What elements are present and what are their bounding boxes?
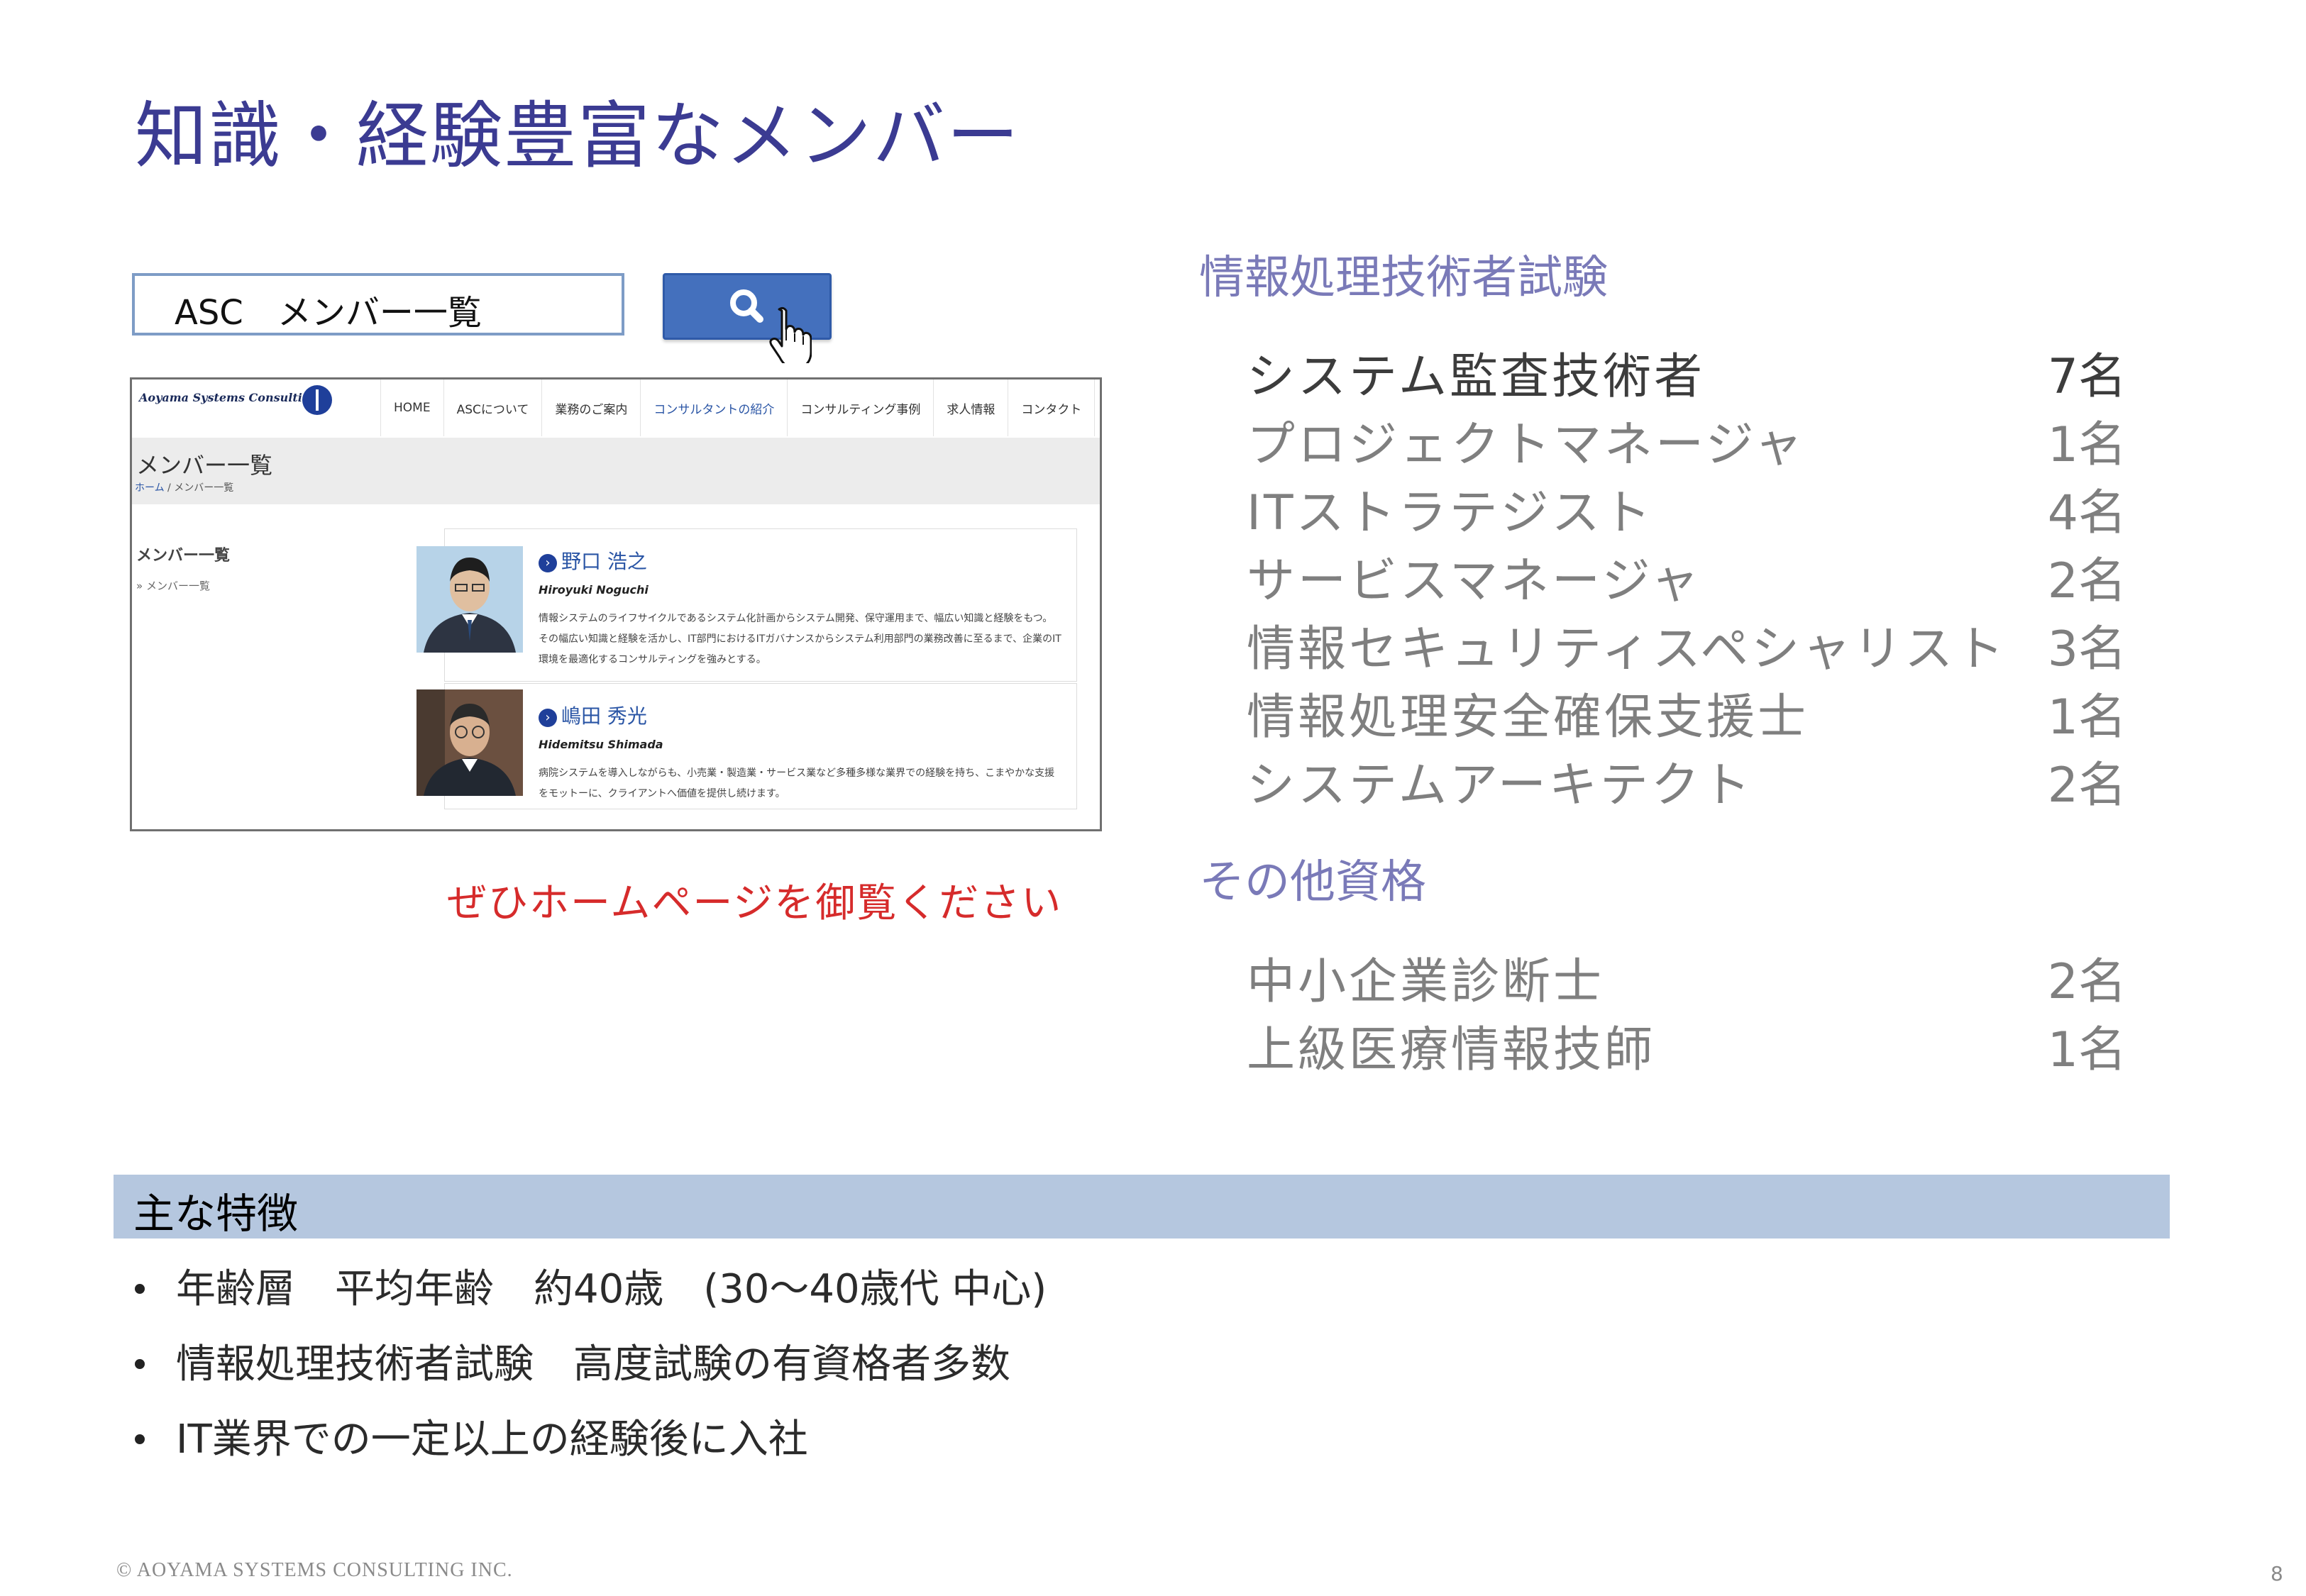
- features-heading: 主な特徴: [133, 1190, 299, 1238]
- search-query: ASC メンバー一覧: [175, 293, 482, 333]
- member-name[interactable]: › 野口 浩之: [539, 546, 647, 575]
- exam-heading: 情報処理技術者試験: [1199, 252, 1608, 304]
- site-logo-text: Aoyama Systems Consulting: [139, 391, 319, 404]
- member-roman-name: Hiroyuki Noguchi: [539, 583, 649, 597]
- page-number: 8: [2271, 1562, 2283, 1585]
- feature-item: 情報処理技術者試験 高度試験の有資格者多数: [135, 1332, 1010, 1390]
- bullet-icon: [135, 1359, 145, 1369]
- nav-recruit[interactable]: 求人情報: [933, 379, 1008, 436]
- feature-item: IT業界での一定以上の経験後に入社: [135, 1407, 808, 1465]
- nav-contact[interactable]: コンタクト: [1008, 379, 1094, 436]
- bullet-icon: [135, 1434, 145, 1444]
- search-input[interactable]: ASC メンバー一覧: [132, 273, 624, 336]
- member-photo: [416, 546, 523, 653]
- homepage-note: ぜひホームページを御覧ください: [447, 880, 1063, 926]
- nav-home[interactable]: HOME: [380, 379, 443, 436]
- feature-item: 年齢層 平均年齢 約40歳 (30～40歳代 中心): [135, 1257, 1047, 1314]
- nav-services[interactable]: 業務のご案内: [541, 379, 640, 436]
- nav-search-button[interactable]: [1094, 379, 1100, 436]
- site-page-header: メンバー一覧 ホーム / メンバー一覧: [132, 438, 1100, 504]
- member-description: 情報システムのライフサイクルであるシステム化計画からシステム開発、保守運用まで、…: [539, 613, 1061, 665]
- sidebar-title: メンバー一覧: [136, 547, 231, 565]
- hand-pointer-icon: [769, 306, 812, 363]
- qualification-row: 中小企業診断士 2名: [1247, 954, 2126, 1010]
- slide-title: 知識・経験豊富なメンバー: [135, 94, 1020, 179]
- site-nav: HOME ASCについて 業務のご案内 コンサルタントの紹介 コンサルティング事…: [380, 379, 1100, 436]
- copyright: © AOYAMA SYSTEMS CONSULTING INC.: [116, 1559, 513, 1581]
- bullet-icon: [135, 1284, 145, 1294]
- site-page-title: メンバー一覧: [136, 452, 273, 479]
- member-photo: [416, 689, 523, 796]
- nav-consultants[interactable]: コンサルタントの紹介: [640, 379, 787, 436]
- nav-about[interactable]: ASCについて: [443, 379, 542, 436]
- member-description: 病院システムを導入しながらも、小売業・製造業・サービス業など多種多様な業界での経…: [539, 767, 1055, 799]
- qualification-row: 情報処理安全確保支援士 1名: [1247, 689, 2126, 746]
- chevron-right-icon: ›: [539, 709, 557, 727]
- qualification-row: システム監査技術者 7名: [1247, 349, 2126, 405]
- qualification-row: プロジェクトマネージャ 1名: [1247, 417, 2126, 473]
- features-header: 主な特徴: [114, 1175, 2170, 1238]
- breadcrumb-home[interactable]: ホーム: [135, 482, 165, 494]
- chevron-right-icon: ›: [539, 554, 557, 572]
- site-logo-icon: [302, 385, 332, 415]
- qualification-row: ITストラテジスト 4名: [1247, 485, 2126, 541]
- qualification-row: システムアーキテクト 2名: [1247, 758, 2126, 814]
- breadcrumb: ホーム / メンバー一覧: [135, 480, 233, 494]
- website-screenshot: Aoyama Systems Consulting HOME ASCについて 業…: [130, 377, 1102, 831]
- breadcrumb-separator: /: [164, 482, 175, 494]
- other-qualifications-heading: その他資格: [1199, 856, 1426, 909]
- qualification-row: 情報セキュリティスペシャリスト 3名: [1247, 621, 2126, 677]
- member-card: › 嶋田 秀光 Hidemitsu Shimada 病院システムを導入しながらも、…: [416, 683, 1077, 809]
- qualification-row: サービスマネージャ 2名: [1247, 553, 2126, 609]
- qualification-row: 上級医療情報技師 1名: [1247, 1022, 2126, 1078]
- nav-cases[interactable]: コンサルティング事例: [787, 379, 933, 436]
- breadcrumb-current: メンバー一覧: [174, 482, 234, 494]
- sidebar-item-members[interactable]: » メンバー一覧: [136, 578, 210, 593]
- member-roman-name: Hidemitsu Shimada: [539, 738, 663, 751]
- member-card: › 野口 浩之 Hiroyuki Noguchi 情報システムのライフサイクルであ…: [416, 528, 1077, 682]
- member-name[interactable]: › 嶋田 秀光: [539, 701, 647, 729]
